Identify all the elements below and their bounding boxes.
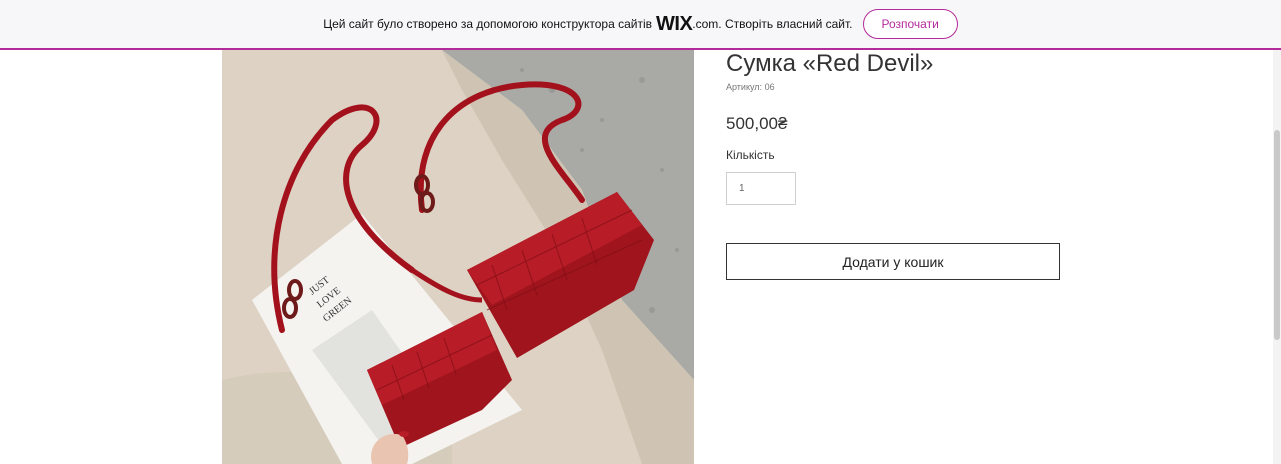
quantity-label: Кількість: [726, 148, 775, 162]
sku: Артикул: 06: [726, 82, 1066, 92]
sku-label: Артикул:: [726, 82, 763, 92]
sku-value: 06: [764, 82, 775, 92]
page-scrollbar[interactable]: [1273, 50, 1281, 464]
product-price: 500,00₴: [726, 114, 788, 133]
product-title: Сумка «Red Devil»: [726, 50, 934, 77]
start-button[interactable]: Розпочати: [862, 9, 958, 39]
banner-text-after: .com. Створіть власний сайт.: [692, 17, 853, 31]
product-image[interactable]: JUST LOVE GREEN: [222, 50, 694, 464]
scrollbar-thumb[interactable]: [1274, 130, 1280, 340]
banner-text-before: Цей сайт було створено за допомогою конс…: [323, 17, 653, 31]
banner-text: Цей сайт було створено за допомогою конс…: [323, 9, 958, 39]
quantity-input[interactable]: 1: [726, 172, 796, 205]
wix-logo: WIX: [656, 12, 693, 35]
wix-promo-banner: Цей сайт було створено за допомогою конс…: [0, 0, 1281, 50]
add-to-cart-button[interactable]: Додати у кошик: [726, 243, 1060, 280]
product-info: Сумка «Red Devil» Артикул: 06 500,00₴ Кі…: [726, 50, 1066, 280]
